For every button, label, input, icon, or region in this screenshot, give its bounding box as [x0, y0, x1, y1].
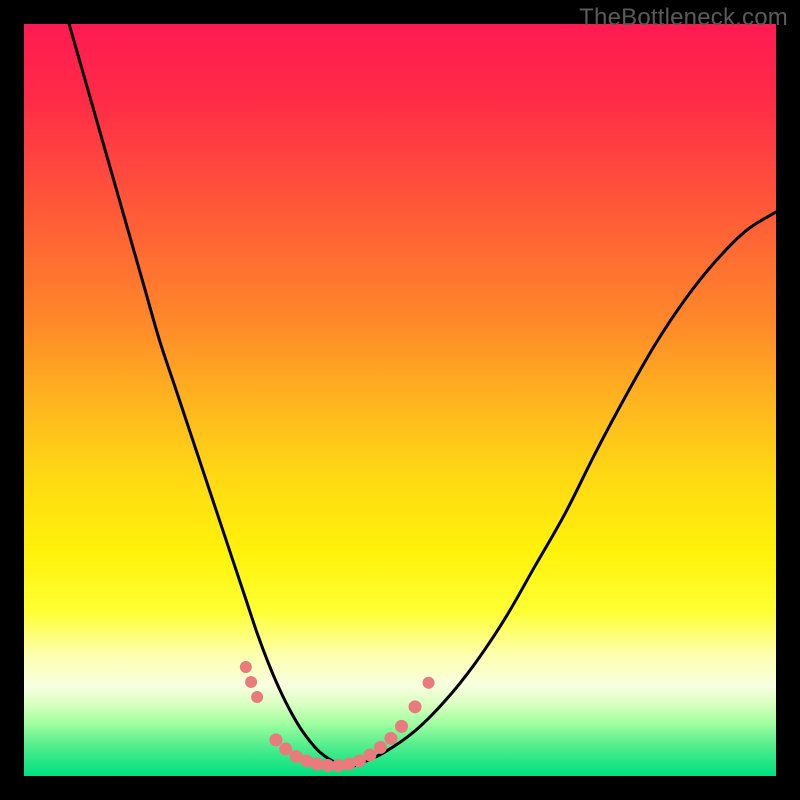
marker-point [245, 676, 257, 688]
highlighted-points [240, 661, 435, 772]
marker-point [423, 677, 435, 689]
marker-point [251, 691, 263, 703]
marker-point [384, 732, 397, 745]
marker-point [269, 733, 282, 746]
plot-area [24, 24, 776, 776]
watermark-text: TheBottleneck.com [579, 4, 788, 32]
curve-layer [24, 24, 776, 776]
marker-point [395, 720, 408, 733]
chart-container: TheBottleneck.com [0, 0, 800, 800]
marker-point [409, 700, 422, 713]
marker-point [374, 741, 387, 754]
marker-point [279, 742, 292, 755]
marker-point [363, 748, 376, 761]
marker-point [240, 661, 252, 673]
bottleneck-curve [69, 24, 776, 767]
